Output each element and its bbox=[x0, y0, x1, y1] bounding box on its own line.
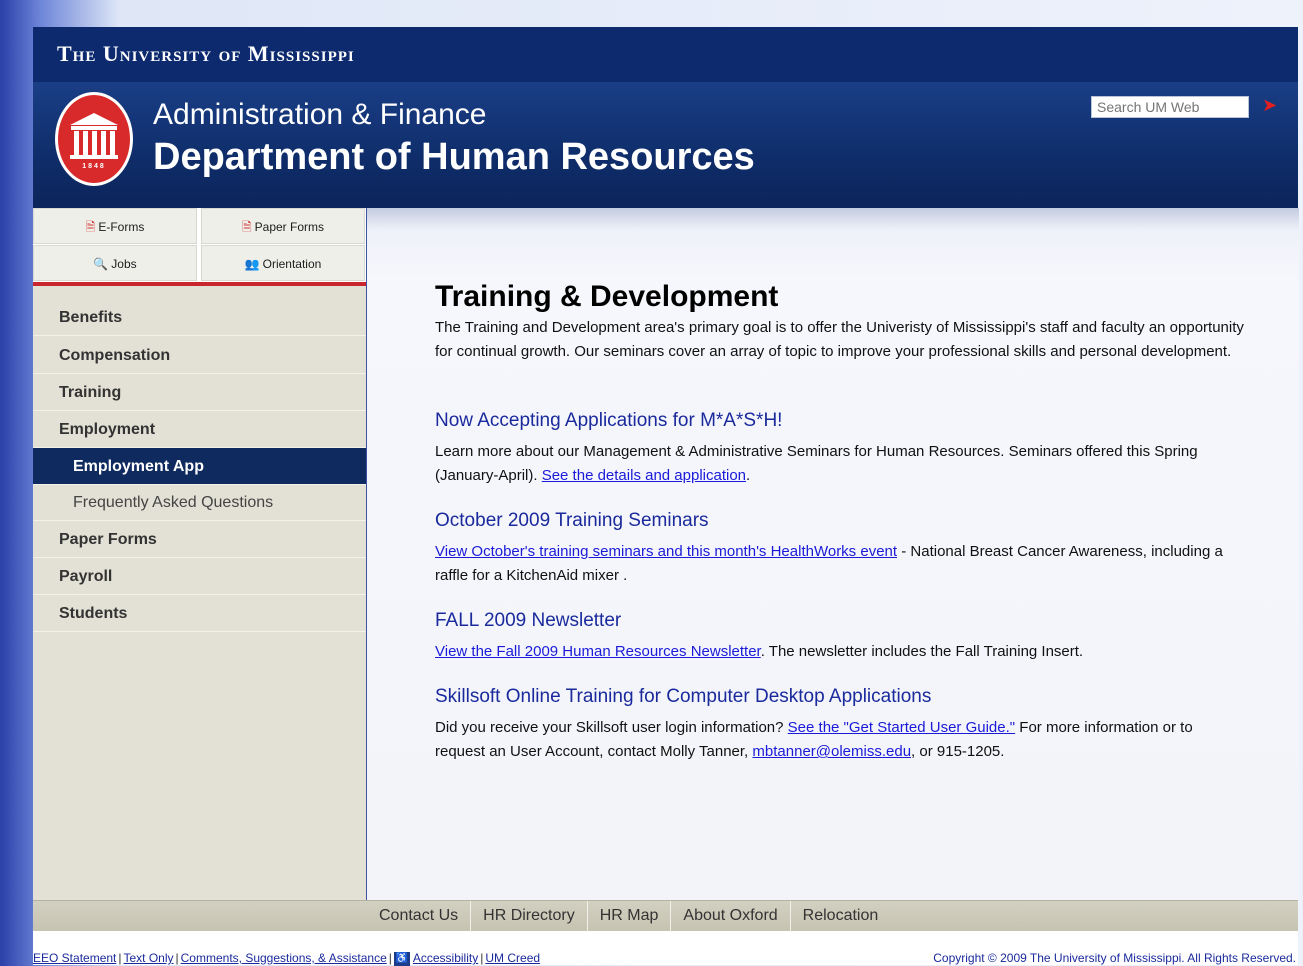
sidebar-item-faq[interactable]: Frequently Asked Questions bbox=[33, 484, 366, 521]
newsletter-link[interactable]: View the Fall 2009 Human Resources Newsl… bbox=[435, 643, 761, 660]
search-input[interactable] bbox=[1091, 96, 1249, 118]
quick-link-label: Paper Forms bbox=[254, 220, 324, 234]
email-link[interactable]: mbtanner@olemiss.edu bbox=[752, 743, 911, 760]
search-icon: 🔍 bbox=[93, 257, 109, 271]
eeo-statement-link[interactable]: EEO Statement bbox=[33, 951, 116, 965]
sidebar-item-employment[interactable]: Employment bbox=[33, 411, 366, 448]
section-title-newsletter: FALL 2009 Newsletter bbox=[435, 610, 622, 631]
footer-link-contact-us[interactable]: Contact Us bbox=[367, 901, 472, 931]
section-title-october-seminars: October 2009 Training Seminars bbox=[435, 510, 709, 531]
section-text-mash: Learn more about our Management & Admini… bbox=[435, 443, 1198, 484]
header-banner: 1848 Administration & Finance Department… bbox=[33, 82, 1298, 208]
sidebar-item-employment-app[interactable]: Employment App bbox=[33, 448, 366, 485]
people-icon: 👥 bbox=[244, 257, 260, 271]
bottom-links: EEO Statement | Text Only | Comments, Sugges… bbox=[33, 951, 541, 966]
quick-link-orientation[interactable]: 👥 Orientation bbox=[201, 245, 365, 281]
section-text-newsletter: View the Fall 2009 Human Resources Newsl… bbox=[435, 643, 1084, 660]
quick-links: 🗎 E-Forms 🗎 Paper Forms 🔍 Jobs 👥 Orientation bbox=[33, 208, 366, 286]
quick-link-paper-forms[interactable]: 🗎 Paper Forms bbox=[201, 208, 365, 244]
comments-link[interactable]: Comments, Suggestions, & Assistance bbox=[181, 951, 387, 965]
user-guide-link[interactable]: See the "Get Started User Guide." bbox=[788, 719, 1015, 736]
accessibility-icon: ♿ bbox=[393, 951, 410, 966]
page-title: Training & Development bbox=[435, 280, 779, 313]
university-title[interactable]: The University of Mississippi bbox=[57, 41, 355, 67]
university-seal-logo[interactable]: 1848 bbox=[55, 92, 133, 186]
document-icon: 🗎 bbox=[85, 220, 96, 234]
footer-nav-bar: Contact Us HR Directory HR Map About Oxf… bbox=[33, 900, 1298, 931]
sidebar-item-paper-forms[interactable]: Paper Forms bbox=[33, 521, 366, 558]
document-icon: 🗎 bbox=[241, 220, 252, 234]
admin-title[interactable]: Administration & Finance bbox=[153, 98, 487, 132]
quick-link-jobs[interactable]: 🔍 Jobs bbox=[33, 245, 197, 281]
quick-link-label: E-Forms bbox=[98, 220, 145, 234]
intro-paragraph: The Training and Development area's prim… bbox=[435, 319, 1244, 360]
um-creed-link[interactable]: UM Creed bbox=[485, 951, 540, 965]
quick-link-label: Orientation bbox=[262, 257, 322, 271]
text-only-link[interactable]: Text Only bbox=[124, 951, 174, 965]
footer-link-hr-map[interactable]: HR Map bbox=[588, 901, 672, 931]
footer-links: Contact Us HR Directory HR Map About Oxf… bbox=[367, 901, 890, 931]
main-content: Training & Development The Training and … bbox=[366, 208, 1299, 900]
section-text-october-seminars: View October's training seminars and thi… bbox=[435, 543, 1223, 584]
section-title-skillsoft: Skillsoft Online Training for Computer D… bbox=[435, 686, 932, 707]
page-frame: The University of Mississippi 1848 Admin… bbox=[33, 27, 1299, 966]
department-title[interactable]: Department of Human Resources bbox=[153, 136, 755, 179]
sidebar: 🗎 E-Forms 🗎 Paper Forms 🔍 Jobs 👥 Orientation… bbox=[33, 208, 366, 900]
details-application-link[interactable]: See the details and application bbox=[542, 467, 746, 484]
quick-link-e-forms[interactable]: 🗎 E-Forms bbox=[33, 208, 197, 244]
section-text-skillsoft: Did you receive your Skillsoft user logi… bbox=[435, 719, 1193, 760]
sidebar-item-compensation[interactable]: Compensation bbox=[33, 337, 366, 374]
quick-links-divider bbox=[33, 282, 366, 286]
footer-link-about-oxford[interactable]: About Oxford bbox=[671, 901, 791, 931]
quick-link-label: Jobs bbox=[111, 257, 137, 271]
october-seminars-link[interactable]: View October's training seminars and thi… bbox=[435, 543, 897, 560]
sidebar-item-benefits[interactable]: Benefits bbox=[33, 299, 366, 336]
footer-link-relocation[interactable]: Relocation bbox=[791, 901, 891, 931]
search-go-arrow-icon[interactable]: ➤ bbox=[1262, 96, 1277, 114]
university-bar: The University of Mississippi bbox=[33, 27, 1298, 83]
sidebar-item-payroll[interactable]: Payroll bbox=[33, 558, 366, 595]
section-title-mash: Now Accepting Applications for M*A*S*H! bbox=[435, 410, 783, 431]
copyright-text: Copyright © 2009 The University of Missi… bbox=[933, 951, 1296, 965]
sidebar-item-training[interactable]: Training bbox=[33, 374, 366, 411]
lyceum-building-icon bbox=[70, 113, 118, 159]
seal-year: 1848 bbox=[82, 163, 106, 170]
sidebar-item-students[interactable]: Students bbox=[33, 595, 366, 632]
accessibility-link[interactable]: Accessibility bbox=[413, 951, 478, 965]
footer-link-hr-directory[interactable]: HR Directory bbox=[471, 901, 588, 931]
